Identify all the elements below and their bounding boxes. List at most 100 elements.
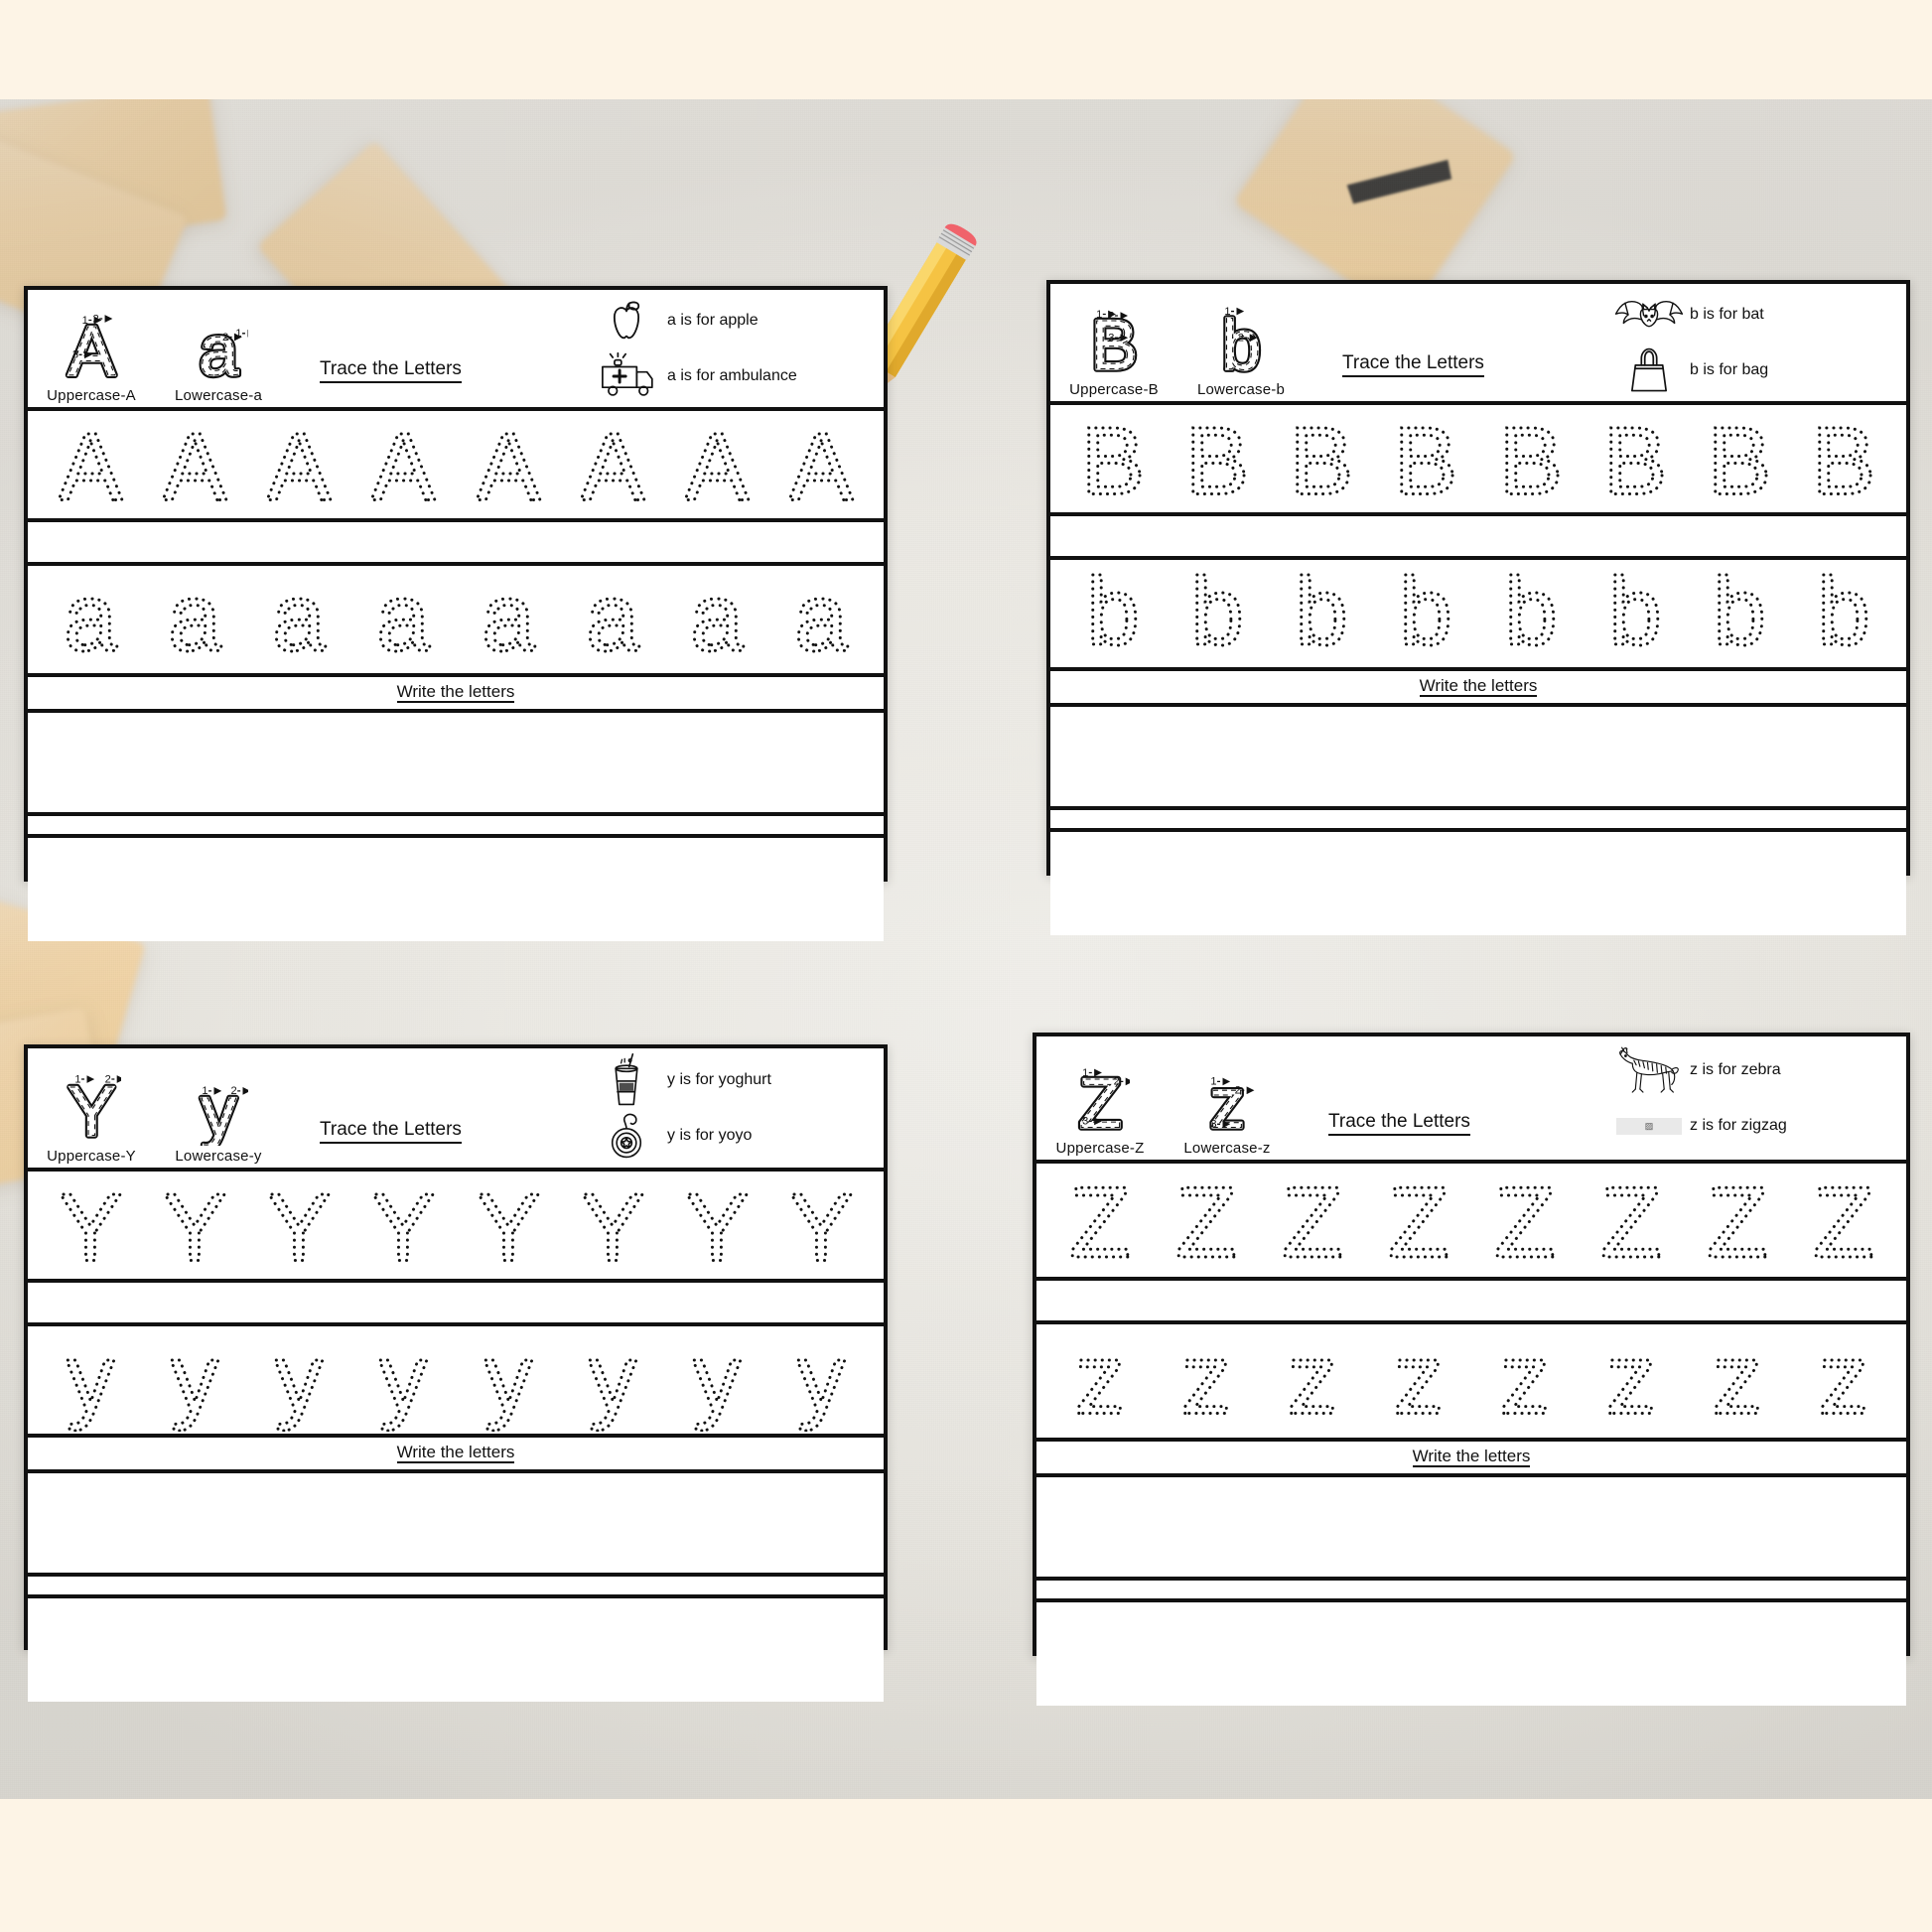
trace-letter-b: b [1189, 562, 1246, 665]
svg-text:b: b [1295, 562, 1348, 665]
write-the-letters-row: Write the letters [1036, 1442, 1906, 1477]
bat-icon [1614, 289, 1684, 341]
blank-writing-area-2[interactable] [1050, 832, 1906, 935]
word-label: b is for bag [1690, 361, 1769, 378]
lowercase-trace-row: a a a a a a a a [28, 566, 884, 677]
trace-letter-B: B [1289, 407, 1355, 510]
svg-text:y: y [201, 1072, 235, 1146]
svg-text:y: y [67, 1328, 114, 1432]
svg-text:Y: Y [59, 1174, 122, 1277]
word-row: a is for apple [592, 295, 880, 346]
trace-letter-Y: Y [684, 1173, 751, 1277]
blank-writing-area-1[interactable] [1036, 1477, 1906, 1581]
trace-letter-B: B [1183, 407, 1250, 510]
svg-text:z: z [1605, 1326, 1656, 1435]
trace-letter-Y: Y [788, 1173, 855, 1277]
stroke-number: 2 [1237, 333, 1243, 345]
trace-letter-Y: Y [370, 1173, 437, 1277]
blank-writing-area-2[interactable] [28, 1598, 884, 1702]
trace-letter-Z: Z [1386, 1166, 1450, 1275]
svg-text:y: y [379, 1328, 427, 1432]
write-the-letters-title: Write the letters [396, 682, 515, 704]
svg-text:Z: Z [1388, 1166, 1449, 1275]
stroke-number: 3 [72, 349, 78, 361]
svg-text:Y: Y [789, 1174, 853, 1277]
svg-text:A: A [267, 414, 332, 516]
uppercase-trace-row: B B B B B B B B [1050, 405, 1906, 516]
word-label: y is for yoyo [667, 1127, 753, 1144]
trace-letter-B: B [1079, 407, 1146, 510]
worksheet-b: B B B 123 Uppercase-B b b b 1 2 Lowercase… [1046, 280, 1910, 935]
stroke-number: 2 [1113, 1076, 1119, 1088]
yoyo-icon [592, 1110, 661, 1162]
trace-letter-a: a [167, 568, 223, 671]
svg-text:Y: Y [371, 1174, 435, 1277]
write-the-letters-row: Write the letters [1050, 671, 1906, 707]
svg-text:z: z [1818, 1326, 1868, 1435]
svg-text:Y: Y [685, 1174, 749, 1277]
blank-writing-area-2[interactable] [28, 838, 884, 941]
blank-writing-area-1[interactable] [28, 1473, 884, 1577]
blank-writing-area-1[interactable] [28, 713, 884, 816]
trace-letter-Z: Z [1280, 1166, 1344, 1275]
word-label: y is for yoghurt [667, 1071, 771, 1088]
trace-letter-B: B [1601, 407, 1668, 510]
trace-letter-y: y [483, 1328, 533, 1432]
svg-text:Y: Y [581, 1174, 644, 1277]
worksheet-header: A A A 123 Uppercase-A a a a 12 Lowercase… [28, 290, 884, 411]
svg-text:B: B [1081, 408, 1145, 510]
uppercase-practice-line [28, 1283, 884, 1326]
trace-letter-Y: Y [161, 1173, 227, 1277]
stroke-number: 1 [1224, 306, 1230, 318]
svg-text:A: A [371, 414, 436, 516]
trace-letter-A: A [475, 413, 542, 516]
guide-letter-Z: Z Z Z 123 [1075, 1064, 1131, 1138]
svg-text:b: b [1713, 562, 1766, 665]
blank-divider-line [1050, 810, 1906, 832]
trace-letter-z: z [1604, 1326, 1658, 1436]
trace-letter-b: b [1816, 562, 1872, 665]
trace-letter-B: B [1811, 407, 1877, 510]
lowercase-label: Lowercase-b [1196, 381, 1286, 398]
write-the-letters-row: Write the letters [28, 677, 884, 713]
blank-divider-line [28, 816, 884, 838]
stroke-number: 3 [1108, 333, 1114, 345]
guide-letter-a: a a a 12 [196, 312, 249, 385]
svg-text:a: a [199, 312, 238, 385]
trace-letter-a: a [375, 568, 432, 671]
guide-letter-b: b b b 12 [1218, 306, 1264, 379]
svg-text:a: a [64, 568, 117, 671]
svg-text:b: b [1086, 562, 1140, 665]
trace-letter-A: A [684, 413, 752, 516]
trace-letter-A: A [57, 413, 124, 516]
svg-text:Y: Y [267, 1174, 331, 1277]
stroke-number: 1 [74, 1073, 80, 1085]
word-label: b is for bat [1690, 306, 1764, 323]
uppercase-guide-block: B B B 123 Uppercase-B [1050, 280, 1177, 401]
blank-writing-area-1[interactable] [1050, 707, 1906, 810]
trace-letter-Z: Z [1492, 1166, 1557, 1275]
stroke-number: 1 [81, 315, 87, 327]
svg-text:z: z [1287, 1326, 1337, 1435]
guide-letter-Y: Y Y Y 12 [65, 1072, 122, 1146]
trace-letter-z: z [1286, 1326, 1339, 1436]
svg-text:z: z [1712, 1326, 1762, 1435]
svg-text:Z: Z [1707, 1166, 1768, 1275]
broken-image-icon: ▨ [1616, 1117, 1682, 1135]
trace-letter-y: y [274, 1328, 325, 1432]
trace-letter-y: y [587, 1328, 637, 1432]
svg-text:A: A [59, 414, 123, 516]
yoghurt-cup-icon [592, 1052, 661, 1106]
guide-letter-B: B B B 1 23 [1087, 306, 1140, 379]
lowercase-label: Lowercase-z [1183, 1140, 1271, 1157]
lowercase-guide-block: b b b 12 Lowercase-b [1177, 280, 1305, 401]
svg-text:A: A [581, 414, 645, 516]
trace-letter-a: a [271, 568, 328, 671]
trace-letter-A: A [788, 413, 856, 516]
blank-writing-area-2[interactable] [1036, 1602, 1906, 1706]
svg-text:z: z [1074, 1326, 1125, 1435]
svg-text:Z: Z [1813, 1166, 1874, 1275]
svg-text:A: A [163, 414, 227, 516]
trace-letter-A: A [266, 413, 334, 516]
svg-text:Z: Z [1175, 1166, 1237, 1275]
